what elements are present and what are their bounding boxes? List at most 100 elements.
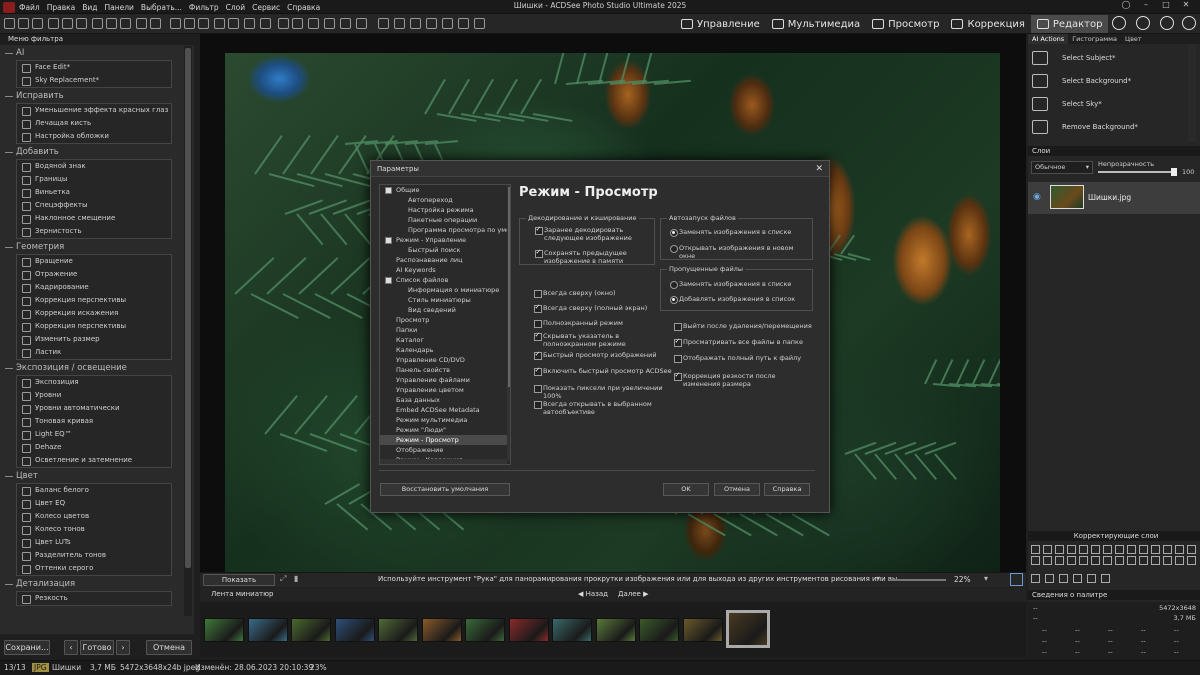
filter-item[interactable]: Колесо цветов bbox=[17, 510, 171, 523]
filter-item[interactable]: Тоновая кривая bbox=[17, 415, 171, 428]
eye-icon[interactable]: ◉ bbox=[1033, 192, 1041, 202]
adjust-layer-icon[interactable] bbox=[1067, 545, 1076, 554]
radio-button[interactable]: Заменять изображения в списке bbox=[670, 228, 810, 237]
zoom-slider[interactable] bbox=[890, 579, 946, 581]
menu-item[interactable]: Сервис bbox=[252, 3, 280, 12]
adjust-layer-icon[interactable] bbox=[1115, 556, 1124, 565]
save-button[interactable]: Сохрани... bbox=[4, 640, 50, 655]
section-title[interactable]: Добавить bbox=[0, 146, 194, 159]
adjust-layer-icon[interactable] bbox=[1043, 556, 1052, 565]
filter-item[interactable]: Границы bbox=[17, 173, 171, 186]
toolbar-right-icon[interactable] bbox=[1136, 16, 1150, 30]
toolbar-tool-icon[interactable] bbox=[308, 18, 319, 29]
filmstrip-thumbnail[interactable] bbox=[204, 618, 244, 642]
next-button[interactable]: Далее ▶ bbox=[618, 590, 648, 598]
filmstrip-thumbnail[interactable] bbox=[465, 618, 505, 642]
toolbar-tool-icon[interactable] bbox=[410, 18, 421, 29]
filter-item[interactable]: Коррекция искажения bbox=[17, 307, 171, 320]
checkbox[interactable]: Просматривать все файлы в папке bbox=[674, 338, 814, 347]
toolbar-tool-icon[interactable] bbox=[150, 18, 161, 29]
menu-item[interactable]: Панели bbox=[105, 3, 134, 12]
ai-action-item[interactable]: Select Sky* bbox=[1028, 92, 1200, 115]
filter-item[interactable]: Sky Replacement* bbox=[17, 74, 171, 87]
menu-item[interactable]: Файл bbox=[19, 3, 40, 12]
section-title[interactable]: Цвет bbox=[0, 470, 194, 483]
checkbox[interactable]: Сохранять предыдущее изображение в памят… bbox=[535, 249, 653, 265]
adjust-layer-icon[interactable] bbox=[1055, 556, 1064, 565]
adjust-layer-icon[interactable] bbox=[1091, 556, 1100, 565]
toolbar-tool-icon[interactable] bbox=[442, 18, 453, 29]
prev-arrow-button[interactable]: ‹ bbox=[64, 640, 78, 655]
done-button[interactable]: Готово bbox=[80, 640, 114, 655]
adjust-layer-icon[interactable] bbox=[1163, 556, 1172, 565]
filmstrip-thumbnail[interactable] bbox=[334, 618, 375, 642]
radio-button[interactable]: Добавлять изображения в список bbox=[670, 295, 810, 304]
toolbar-tool-icon[interactable] bbox=[458, 18, 469, 29]
radio-button[interactable]: Заменять изображения в списке bbox=[670, 280, 810, 289]
filter-item[interactable]: Цвет LUTs bbox=[17, 536, 171, 549]
adjust-layer-icon[interactable] bbox=[1031, 556, 1040, 565]
adjust-layer-icon[interactable] bbox=[1163, 545, 1172, 554]
filter-item[interactable]: Зернистость bbox=[17, 225, 171, 238]
toolbar-tool-icon[interactable] bbox=[244, 18, 255, 29]
radio-button[interactable]: Открывать изображения в новом окне bbox=[670, 244, 810, 260]
toolbar-tool-icon[interactable] bbox=[340, 18, 351, 29]
account-icon[interactable]: ◯ bbox=[1116, 0, 1136, 14]
checkbox[interactable]: Всегда сверху (полный экран) bbox=[534, 304, 674, 313]
histogram-icon[interactable]: ▮ bbox=[294, 574, 298, 583]
checkbox[interactable]: Заранее декодировать следующее изображен… bbox=[535, 226, 653, 242]
filter-item[interactable]: Кадрирование bbox=[17, 281, 171, 294]
filmstrip-thumbnail[interactable] bbox=[552, 618, 592, 642]
toolbar-tool-icon[interactable] bbox=[184, 18, 195, 29]
close-button[interactable]: ✕ bbox=[1176, 0, 1196, 14]
dialog-cancel-button[interactable]: Отмена bbox=[714, 483, 760, 496]
toolbar-tool-icon[interactable] bbox=[4, 18, 15, 29]
filter-item[interactable]: Спецэффекты bbox=[17, 199, 171, 212]
layer-tool-icon[interactable] bbox=[1073, 574, 1082, 583]
filmstrip-thumbnail[interactable] bbox=[247, 618, 288, 642]
section-title[interactable]: AI bbox=[0, 47, 194, 60]
adjust-layer-icon[interactable] bbox=[1175, 556, 1184, 565]
layer-tool-icon[interactable] bbox=[1101, 574, 1110, 583]
help-button[interactable]: Справка bbox=[764, 483, 810, 496]
filter-item[interactable]: Настройка обложки bbox=[17, 130, 171, 143]
toolbar-tool-icon[interactable] bbox=[136, 18, 147, 29]
adjust-layer-icon[interactable] bbox=[1079, 545, 1088, 554]
layer-tool-icon[interactable] bbox=[1087, 574, 1096, 583]
minimize-button[interactable]: – bbox=[1136, 0, 1156, 14]
toolbar-tool-icon[interactable] bbox=[92, 18, 103, 29]
right-panel-tab[interactable]: Цвет bbox=[1121, 34, 1146, 44]
mode-tab[interactable]: Управление bbox=[675, 15, 766, 33]
toolbar-tool-icon[interactable] bbox=[426, 18, 437, 29]
checkbox[interactable]: Скрывать указатель в полноэкранном режим… bbox=[534, 332, 674, 348]
filter-item[interactable]: Цвет EQ bbox=[17, 497, 171, 510]
toolbar-right-icon[interactable] bbox=[1112, 16, 1126, 30]
adjust-layer-icon[interactable] bbox=[1151, 556, 1160, 565]
show-changes-button[interactable]: Показать изменения bbox=[203, 574, 275, 594]
menu-item[interactable]: Справка bbox=[287, 3, 320, 12]
adjust-layer-icon[interactable] bbox=[1139, 545, 1148, 554]
adjust-layer-icon[interactable] bbox=[1091, 545, 1100, 554]
filter-item[interactable]: Оттенки серого bbox=[17, 562, 171, 575]
toolbar-tool-icon[interactable] bbox=[228, 18, 239, 29]
mode-tab[interactable]: Редактор bbox=[1030, 15, 1109, 33]
layer-tool-icon[interactable] bbox=[1031, 574, 1040, 583]
section-title[interactable]: Исправить bbox=[0, 90, 194, 103]
toolbar-tool-icon[interactable] bbox=[214, 18, 225, 29]
toolbar-tool-icon[interactable] bbox=[324, 18, 335, 29]
opacity-slider[interactable] bbox=[1098, 171, 1174, 173]
adjust-layer-icon[interactable] bbox=[1043, 545, 1052, 554]
expand-icon[interactable]: ⤢ bbox=[280, 574, 286, 584]
toolbar-tool-icon[interactable] bbox=[106, 18, 117, 29]
toolbar-right-icon[interactable] bbox=[1182, 16, 1196, 30]
adjust-layer-icon[interactable] bbox=[1151, 545, 1160, 554]
adjust-layer-icon[interactable] bbox=[1031, 545, 1040, 554]
filmstrip-thumbnail[interactable] bbox=[682, 618, 723, 642]
adjust-layer-icon[interactable] bbox=[1187, 545, 1196, 554]
filter-item[interactable]: Уровни автоматически bbox=[17, 402, 171, 415]
adjust-layer-icon[interactable] bbox=[1127, 545, 1136, 554]
filter-item[interactable]: Уровни bbox=[17, 389, 171, 402]
restore-defaults-button[interactable]: Восстановить умолчания bbox=[380, 483, 510, 496]
filter-item[interactable]: Водяной знак bbox=[17, 160, 171, 173]
opacity-slider-handle[interactable] bbox=[1171, 168, 1177, 176]
